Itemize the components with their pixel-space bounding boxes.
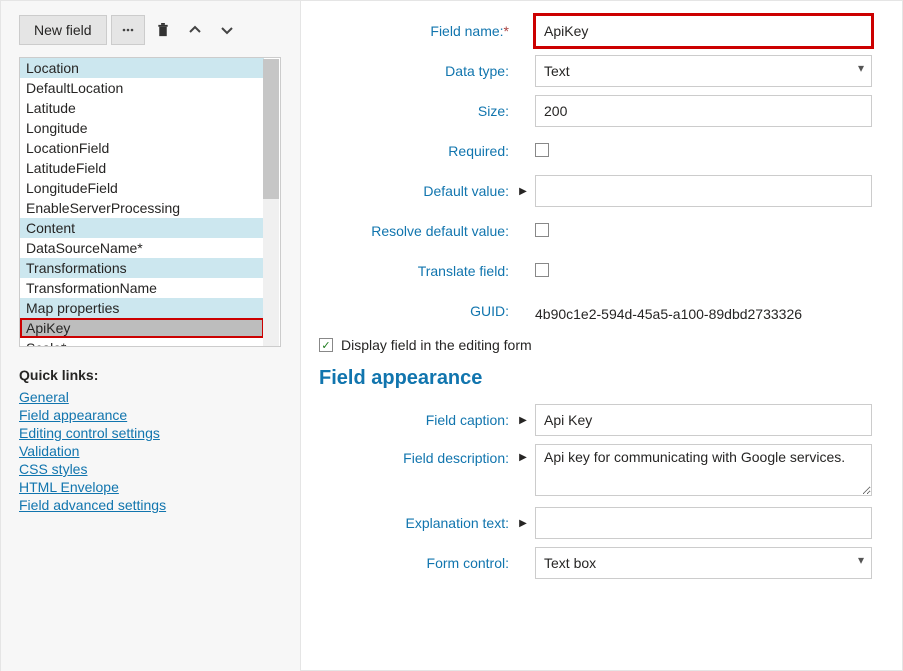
caption-label: Field caption: <box>319 412 517 428</box>
description-textarea[interactable] <box>535 444 872 496</box>
list-item[interactable]: Location <box>20 58 264 78</box>
resolve-label: Resolve default value: <box>319 223 517 239</box>
field-name-label: Field name:* <box>319 23 517 39</box>
quick-link[interactable]: General <box>19 389 286 405</box>
more-button[interactable] <box>111 15 145 45</box>
list-item[interactable]: LongitudeField <box>20 178 264 198</box>
default-value-label: Default value: <box>319 183 517 199</box>
form-control-select[interactable]: Text box <box>535 547 872 579</box>
quick-link[interactable]: CSS styles <box>19 461 286 477</box>
list-item[interactable]: TransformationName <box>20 278 264 298</box>
list-item[interactable]: Content <box>20 218 264 238</box>
quick-link[interactable]: Editing control settings <box>19 425 286 441</box>
translate-label: Translate field: <box>319 263 517 279</box>
list-item[interactable]: Scale* <box>20 338 264 347</box>
list-item[interactable]: ApiKey <box>20 318 264 338</box>
expand-icon[interactable]: ▶ <box>517 186 529 197</box>
scroll-thumb[interactable] <box>263 59 279 199</box>
list-item[interactable]: Longitude <box>20 118 264 138</box>
move-down-button[interactable] <box>213 15 241 45</box>
chevron-down-icon <box>220 23 234 37</box>
expand-icon[interactable]: ▶ <box>517 415 529 426</box>
size-label: Size: <box>319 103 517 119</box>
new-field-label: New field <box>34 22 92 38</box>
more-icon <box>120 22 136 38</box>
translate-checkbox[interactable] <box>535 263 549 277</box>
data-type-label: Data type: <box>319 63 517 79</box>
quick-link[interactable]: Field appearance <box>19 407 286 423</box>
required-label: Required: <box>319 143 517 159</box>
list-item[interactable]: Map properties <box>20 298 264 318</box>
toolbar: New field <box>19 15 286 45</box>
expand-icon[interactable]: ▶ <box>517 444 529 463</box>
field-list-wrap: LocationDefaultLocationLatitudeLongitude… <box>19 57 286 347</box>
quick-link[interactable]: Field advanced settings <box>19 497 286 513</box>
field-list[interactable]: LocationDefaultLocationLatitudeLongitude… <box>19 57 281 347</box>
description-label: Field description: <box>319 444 517 466</box>
guid-value: 4b90c1e2-594d-45a5-a100-89dbd2733326 <box>535 300 872 322</box>
list-item[interactable]: LatitudeField <box>20 158 264 178</box>
display-in-form-checkbox[interactable] <box>319 338 333 352</box>
chevron-up-icon <box>188 23 202 37</box>
move-up-button[interactable] <box>181 15 209 45</box>
size-input[interactable] <box>535 95 872 127</box>
list-item[interactable]: DataSourceName* <box>20 238 264 258</box>
quick-links: General Field appearance Editing control s… <box>19 389 286 513</box>
scrollbar[interactable] <box>263 59 279 347</box>
caption-input[interactable] <box>535 404 872 436</box>
delete-button[interactable] <box>149 15 177 45</box>
new-field-button[interactable]: New field <box>19 15 107 45</box>
display-in-form-label: Display field in the editing form <box>341 337 532 353</box>
list-item[interactable]: Transformations <box>20 258 264 278</box>
quick-link[interactable]: Validation <box>19 443 286 459</box>
explanation-input[interactable] <box>535 507 872 539</box>
quick-link[interactable]: HTML Envelope <box>19 479 286 495</box>
expand-icon[interactable]: ▶ <box>517 518 529 529</box>
trash-icon <box>156 23 170 38</box>
data-type-select[interactable]: Text <box>535 55 872 87</box>
guid-label: GUID: <box>319 303 517 319</box>
required-checkbox[interactable] <box>535 143 549 157</box>
main-panel: Field name:* Data type: Text Size: Requi… <box>301 1 902 671</box>
default-value-input[interactable] <box>535 175 872 207</box>
list-item[interactable]: LocationField <box>20 138 264 158</box>
resolve-checkbox[interactable] <box>535 223 549 237</box>
explanation-label: Explanation text: <box>319 515 517 531</box>
form-control-label: Form control: <box>319 555 517 571</box>
list-item[interactable]: Latitude <box>20 98 264 118</box>
quick-links-title: Quick links: <box>19 367 286 383</box>
list-item[interactable]: EnableServerProcessing <box>20 198 264 218</box>
list-item[interactable]: DefaultLocation <box>20 78 264 98</box>
sidebar: New field LocationDefaultLocationLatitud… <box>1 1 301 671</box>
field-appearance-heading: Field appearance <box>319 367 872 390</box>
field-name-input[interactable] <box>535 15 872 47</box>
